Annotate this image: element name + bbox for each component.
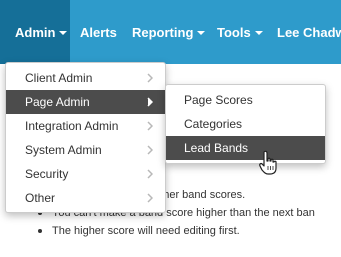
nav-tools-label: Tools — [217, 24, 251, 40]
chevron-right-icon — [147, 121, 153, 131]
menu-item-security[interactable]: Security — [6, 162, 165, 186]
menu-item-label: Page Admin — [25, 95, 90, 109]
nav-admin[interactable]: Admin — [0, 0, 70, 64]
page: Admin Alerts Reporting Tools Lee Chadwic… — [0, 0, 341, 257]
nav-reporting[interactable]: Reporting — [122, 0, 206, 64]
menu-item-lead-bands[interactable]: Lead Bands — [166, 136, 325, 160]
admin-dropdown-menu: Client Admin Page Admin Integration Admi… — [5, 62, 166, 213]
caret-down-icon — [197, 30, 206, 35]
menu-item-label: Other — [25, 191, 56, 205]
menu-item-page-scores[interactable]: Page Scores — [166, 88, 325, 112]
nav-user[interactable]: Lee Chadwic — [267, 0, 341, 64]
menu-item-other[interactable]: Other — [6, 186, 165, 210]
chevron-right-icon — [147, 73, 153, 83]
hand-pointer-icon — [259, 150, 277, 175]
nav-admin-label: Admin — [15, 24, 56, 40]
menu-item-integration-admin[interactable]: Integration Admin — [6, 114, 165, 138]
caret-down-icon — [254, 30, 263, 35]
menu-item-label: Security — [25, 167, 69, 181]
menu-item-label: Client Admin — [25, 71, 93, 85]
chevron-right-icon — [147, 145, 153, 155]
chevron-right-icon — [147, 169, 153, 179]
nav-user-label: Lee Chadwic — [277, 24, 341, 40]
list-item: The higher score will need editing first… — [30, 222, 315, 240]
page-admin-submenu: Page Scores Categories Lead Bands — [165, 84, 326, 164]
menu-item-client-admin[interactable]: Client Admin — [6, 66, 165, 90]
nav-tools[interactable]: Tools — [207, 0, 267, 64]
menu-item-categories[interactable]: Categories — [166, 112, 325, 136]
menu-item-label: Lead Bands — [184, 141, 249, 155]
nav-reporting-label: Reporting — [132, 24, 194, 40]
menu-item-page-admin[interactable]: Page Admin — [6, 90, 165, 114]
menu-item-label: Integration Admin — [25, 119, 119, 133]
top-navbar: Admin Alerts Reporting Tools Lee Chadwic — [0, 0, 341, 64]
nav-alerts-label: Alerts — [80, 24, 117, 40]
menu-item-label: System Admin — [25, 143, 102, 157]
nav-alerts[interactable]: Alerts — [70, 0, 122, 64]
chevron-right-icon — [147, 97, 153, 107]
menu-item-label: Categories — [184, 117, 243, 131]
menu-item-label: Page Scores — [184, 93, 253, 107]
menu-item-system-admin[interactable]: System Admin — [6, 138, 165, 162]
caret-down-icon — [59, 30, 68, 35]
chevron-right-icon — [147, 193, 153, 203]
